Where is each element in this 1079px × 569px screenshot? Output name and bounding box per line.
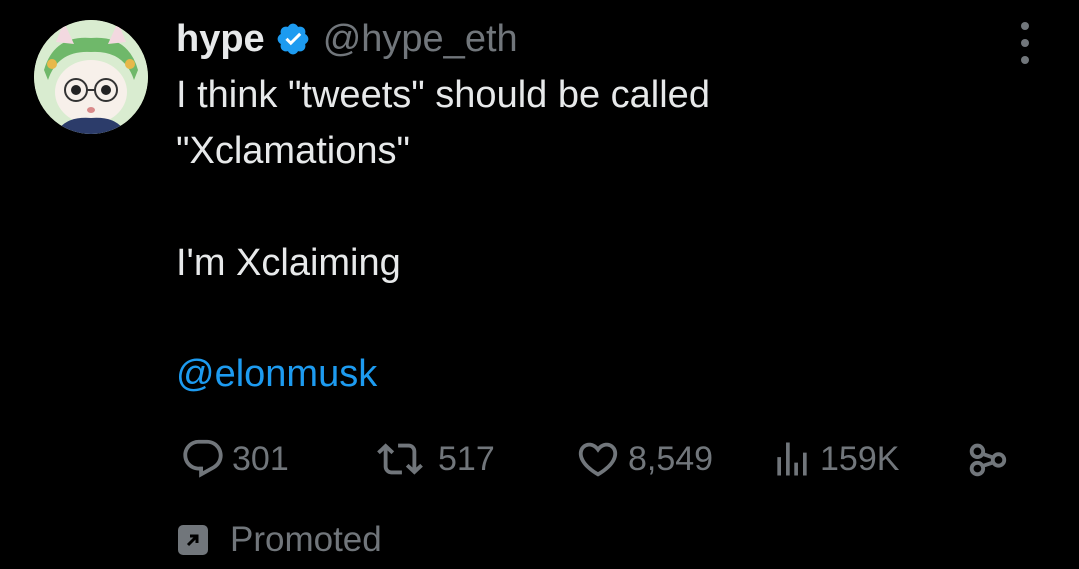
tweet-text-line-2: "Xclamations" bbox=[176, 130, 410, 172]
like-button[interactable]: 8,549 bbox=[574, 436, 713, 482]
heart-icon bbox=[574, 436, 622, 482]
share-button[interactable] bbox=[964, 436, 1010, 482]
tweet-header: hype @hype_eth bbox=[176, 16, 518, 62]
more-dot bbox=[1021, 56, 1029, 64]
promoted-icon bbox=[178, 525, 208, 555]
repost-button[interactable]: 517 bbox=[368, 436, 495, 482]
mention-link[interactable]: @elonmusk bbox=[176, 351, 377, 397]
views-count: 159K bbox=[820, 439, 900, 478]
author-name[interactable]: hype bbox=[176, 18, 265, 61]
tweet-text-line-1: I think "tweets" should be called bbox=[176, 74, 710, 116]
more-dot bbox=[1021, 39, 1029, 47]
reply-count: 301 bbox=[232, 439, 289, 478]
more-dot bbox=[1021, 22, 1029, 30]
tweet-card[interactable]: hype @hype_eth I think "tweets" should b… bbox=[0, 0, 1079, 569]
author-handle[interactable]: @hype_eth bbox=[323, 18, 518, 61]
repost-icon bbox=[368, 436, 432, 482]
more-icon[interactable] bbox=[1012, 22, 1038, 64]
action-bar: 301 517 8,549 159K bbox=[0, 436, 1079, 482]
promoted-label[interactable]: Promoted bbox=[178, 518, 382, 562]
tweet-text-line-3: I'm Xclaiming bbox=[176, 242, 401, 284]
views-button[interactable]: 159K bbox=[770, 436, 899, 482]
reply-icon bbox=[180, 436, 226, 482]
verified-badge-icon[interactable] bbox=[275, 21, 311, 57]
views-icon bbox=[770, 436, 814, 482]
share-icon bbox=[964, 436, 1010, 482]
reply-button[interactable]: 301 bbox=[180, 436, 289, 482]
promoted-text: Promoted bbox=[230, 520, 382, 559]
avatar[interactable] bbox=[34, 20, 148, 134]
like-count: 8,549 bbox=[628, 439, 714, 478]
repost-count: 517 bbox=[438, 439, 495, 478]
